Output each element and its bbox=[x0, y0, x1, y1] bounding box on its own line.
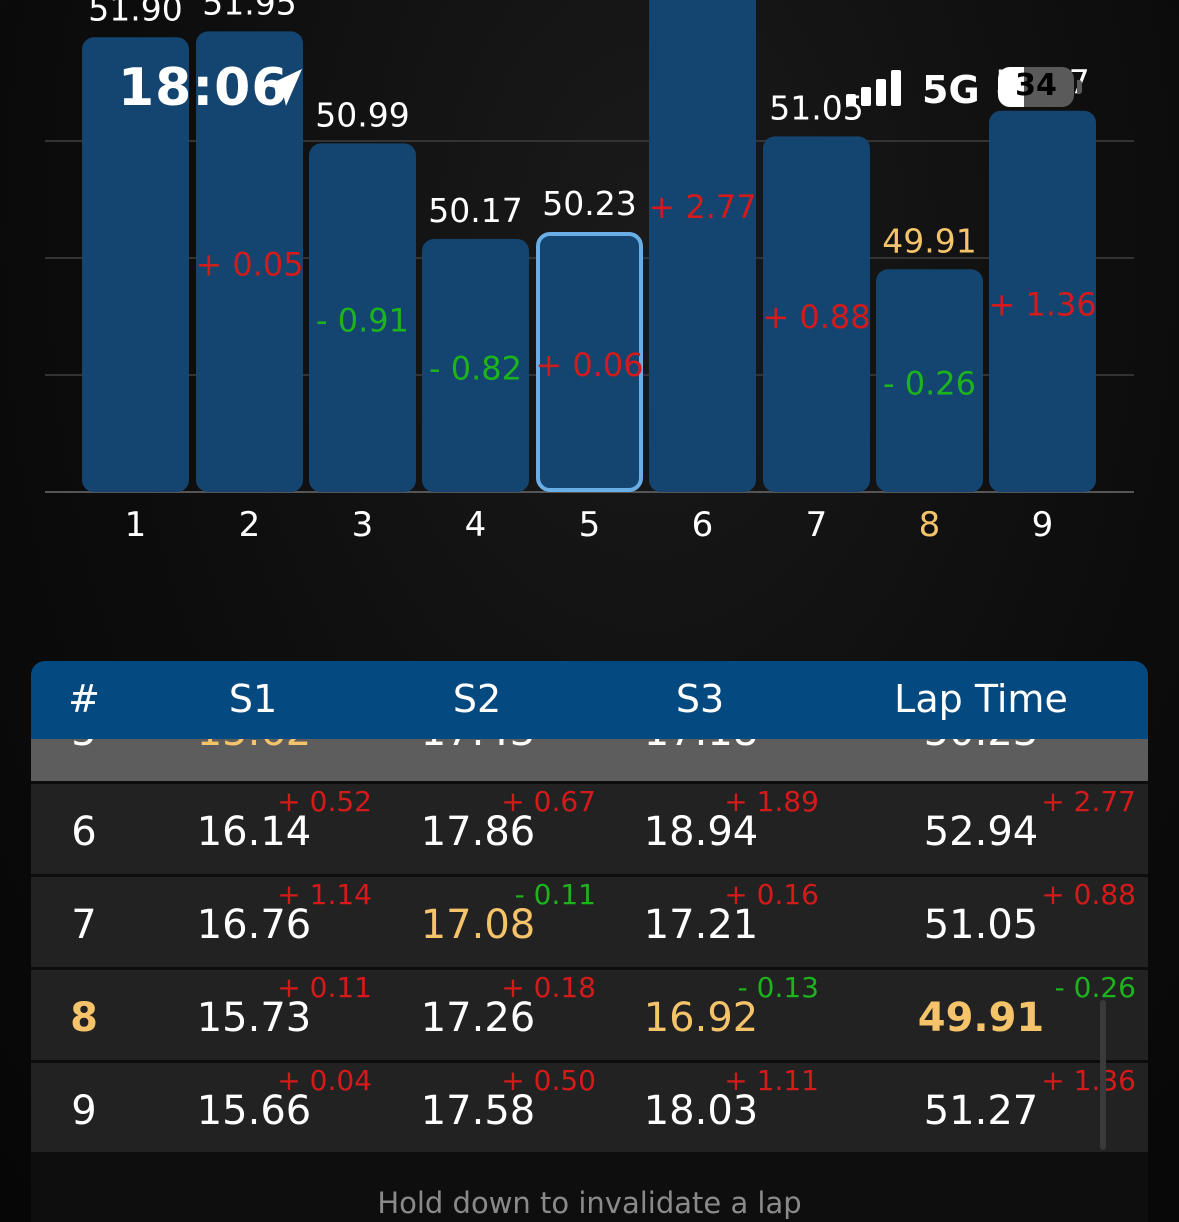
sector-times-table[interactable]: # S1 S2 S3 Lap Time 5 15.62 17.43 17.18 50.2… bbox=[31, 661, 1148, 1222]
table-row[interactable]: 9 15.66 + 0.04 17.58 + 0.50 18.03 + 1.11 51.27 +… bbox=[31, 1060, 1148, 1153]
cell-lap-number: 8 bbox=[70, 995, 98, 1041]
x-tick-label: 3 bbox=[352, 505, 374, 545]
bar-value-label: 49.91 bbox=[882, 221, 976, 260]
x-tick-label: 6 bbox=[692, 505, 714, 545]
delta-lap-time: - 0.26 bbox=[1054, 971, 1136, 1004]
delta-s2: - 0.11 bbox=[514, 878, 596, 911]
table-row[interactable]: 5 15.62 17.43 17.18 50.23 bbox=[31, 739, 1148, 781]
delta-s1: + 0.11 bbox=[277, 971, 372, 1004]
invalidate-hint: Hold down to invalidate a lap bbox=[377, 1186, 802, 1220]
header-s1: S1 bbox=[228, 677, 278, 721]
bar-delta-label: - 0.82 bbox=[429, 349, 522, 387]
table-scrollbar[interactable] bbox=[1100, 1000, 1106, 1150]
cell-s1: 15.62 bbox=[184, 739, 324, 755]
battery-icon: 34 bbox=[998, 67, 1074, 107]
bar-delta-label: + 0.88 bbox=[762, 298, 870, 336]
delta-s2: + 0.50 bbox=[501, 1064, 596, 1097]
bar-delta-label: + 0.05 bbox=[195, 246, 303, 284]
header-s3: S3 bbox=[675, 677, 725, 721]
x-tick-label: 7 bbox=[806, 505, 828, 545]
delta-lap-time: + 2.77 bbox=[1041, 785, 1136, 818]
x-tick-label: 1 bbox=[125, 505, 147, 545]
x-tick-label: 4 bbox=[465, 505, 487, 545]
bar-delta-label: + 1.36 bbox=[988, 285, 1096, 323]
x-tick-label: 8 bbox=[919, 505, 941, 545]
table-row[interactable]: 7 16.76 + 1.14 17.08- 0.11 17.21 + 0.16 51.05 +… bbox=[31, 874, 1148, 967]
bar-value-label: 50.23 bbox=[542, 184, 636, 223]
delta-s1: + 0.52 bbox=[277, 785, 372, 818]
cell-s3: 17.18 bbox=[631, 739, 771, 755]
table-row[interactable]: 8 15.73 + 0.11 17.26 + 0.18 16.92- 0.13 49.91-… bbox=[31, 967, 1148, 1060]
x-tick-label: 2 bbox=[239, 505, 261, 545]
delta-s2: + 0.67 bbox=[501, 785, 596, 818]
cell-lap: 5 bbox=[59, 739, 109, 755]
cell-lap-number: 6 bbox=[71, 809, 97, 855]
delta-s3: + 0.16 bbox=[724, 878, 819, 911]
table-header: # S1 S2 S3 Lap Time bbox=[31, 661, 1148, 742]
cell-lap-number: 9 bbox=[71, 1088, 97, 1134]
cell-s2: 17.43 bbox=[408, 739, 548, 755]
bar-delta-label: - 0.26 bbox=[883, 365, 976, 403]
delta-s1: + 1.14 bbox=[277, 878, 372, 911]
bar-delta-label: + 2.77 bbox=[648, 188, 756, 226]
battery-percent: 34 bbox=[1015, 68, 1057, 103]
network-type: 5G bbox=[922, 68, 980, 112]
location-arrow-icon bbox=[266, 69, 302, 106]
status-bar: 18:06 5G 34 bbox=[0, 0, 1179, 120]
delta-s3: + 1.11 bbox=[724, 1064, 819, 1097]
cell-lap-number: 7 bbox=[71, 902, 97, 948]
cell-lap_time: 50.23 bbox=[881, 739, 1081, 755]
delta-s1: + 0.04 bbox=[277, 1064, 372, 1097]
header-lap-time: Lap Time bbox=[894, 677, 1068, 721]
delta-lap-time: + 0.88 bbox=[1041, 878, 1136, 911]
header-s2: S2 bbox=[452, 677, 502, 721]
battery-tip bbox=[1077, 80, 1082, 94]
table-row[interactable]: 6 16.14 + 0.52 17.86 + 0.67 18.94 + 1.89 52.94 +… bbox=[31, 781, 1148, 874]
cellular-signal-icon bbox=[846, 70, 906, 106]
x-tick-label: 9 bbox=[1032, 505, 1054, 545]
delta-s3: + 1.89 bbox=[724, 785, 819, 818]
delta-lap-time: + 1.36 bbox=[1041, 1064, 1136, 1097]
header-lap-number: # bbox=[68, 677, 100, 721]
x-tick-label: 5 bbox=[579, 505, 601, 545]
delta-s3: - 0.13 bbox=[737, 971, 819, 1004]
delta-s2: + 0.18 bbox=[501, 971, 596, 1004]
bar-value-label: 50.17 bbox=[428, 191, 522, 230]
bar-delta-label: + 0.06 bbox=[535, 346, 643, 384]
bar-delta-label: - 0.91 bbox=[316, 302, 409, 340]
